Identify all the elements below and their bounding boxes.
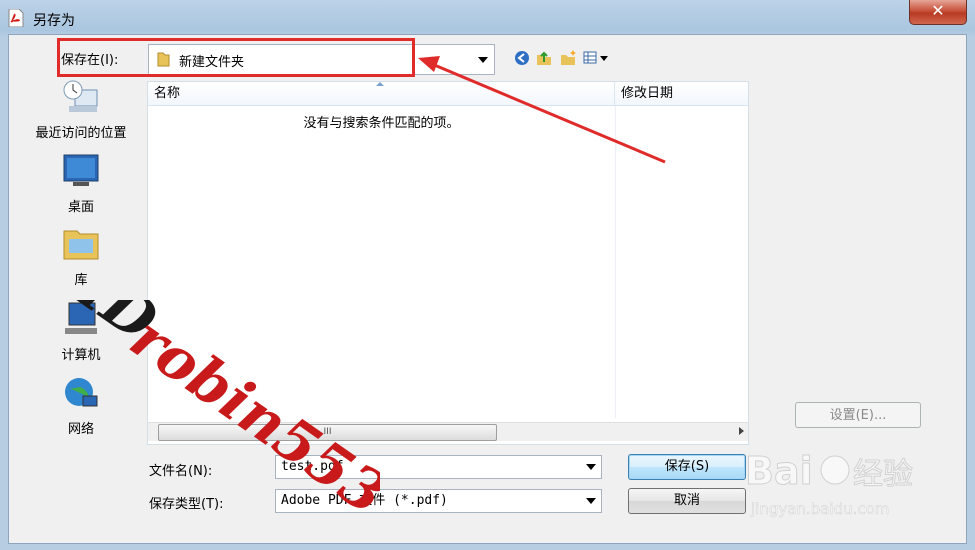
save-button[interactable]: 保存(S): [628, 454, 746, 480]
filetype-dropdown[interactable]: Adobe PDF 文件 (*.pdf): [275, 489, 602, 513]
place-label: 最近访问的位置: [35, 126, 127, 141]
view-menu-icon[interactable]: [582, 49, 610, 67]
title-bar[interactable]: 另存为 ✕: [0, 0, 975, 36]
place-network[interactable]: 网络: [17, 374, 145, 437]
back-icon[interactable]: [513, 49, 531, 67]
libraries-icon: [63, 230, 99, 260]
close-button[interactable]: ✕: [909, 0, 967, 25]
new-folder-icon[interactable]: [559, 49, 577, 67]
place-desktop[interactable]: 桌面: [17, 152, 145, 215]
place-libraries[interactable]: 库: [17, 225, 145, 288]
place-label: 库: [74, 273, 88, 288]
scrollbar-thumb[interactable]: III: [158, 424, 497, 441]
column-divider: [615, 106, 616, 418]
horizontal-scrollbar[interactable]: III: [148, 422, 748, 441]
filename-input[interactable]: test.pdf: [275, 455, 602, 479]
settings-button[interactable]: 设置(E)...: [795, 402, 921, 428]
chevron-down-icon[interactable]: [478, 57, 488, 63]
chevron-down-icon[interactable]: [586, 464, 596, 470]
dialog-body: 保存在(I): 新建文件夹 最近访问的位置 桌面 库 计算机 网络 名称 修改日…: [8, 34, 967, 544]
cancel-button[interactable]: 取消: [628, 488, 746, 514]
filename-label: 文件名(N):: [149, 464, 213, 479]
empty-message: 没有与搜索条件匹配的项。: [303, 116, 460, 131]
filename-value: test.pdf: [281, 459, 344, 474]
chevron-down-icon[interactable]: [586, 498, 596, 504]
save-as-dialog: 另存为 ✕ 保存在(I): 新建文件夹 最近访问的位置 桌面 库 计算机 网络 …: [0, 0, 975, 550]
recent-places-icon: [63, 80, 98, 112]
up-folder-icon[interactable]: [535, 49, 553, 67]
sort-ascending-icon: [376, 82, 384, 86]
places-bar: 最近访问的位置 桌面 库 计算机 网络: [17, 78, 145, 458]
place-label: 桌面: [67, 200, 94, 215]
place-computer[interactable]: 计算机: [17, 300, 145, 363]
pdf-app-icon: [8, 9, 24, 27]
place-recent[interactable]: 最近访问的位置: [17, 78, 145, 141]
annotation-highlight-box: [57, 38, 415, 77]
desktop-icon: [63, 154, 99, 186]
filetype-label: 保存类型(T):: [149, 497, 224, 512]
window-title: 另存为: [33, 13, 75, 29]
column-header-date[interactable]: 修改日期: [615, 82, 748, 106]
file-list[interactable]: 名称 修改日期 没有与搜索条件匹配的项。 III: [147, 81, 749, 445]
place-label: 网络: [67, 422, 94, 437]
network-icon: [65, 378, 98, 407]
filetype-value: Adobe PDF 文件 (*.pdf): [281, 493, 448, 508]
place-label: 计算机: [61, 348, 101, 363]
computer-icon: [65, 302, 97, 334]
scroll-right-icon[interactable]: [739, 427, 744, 435]
